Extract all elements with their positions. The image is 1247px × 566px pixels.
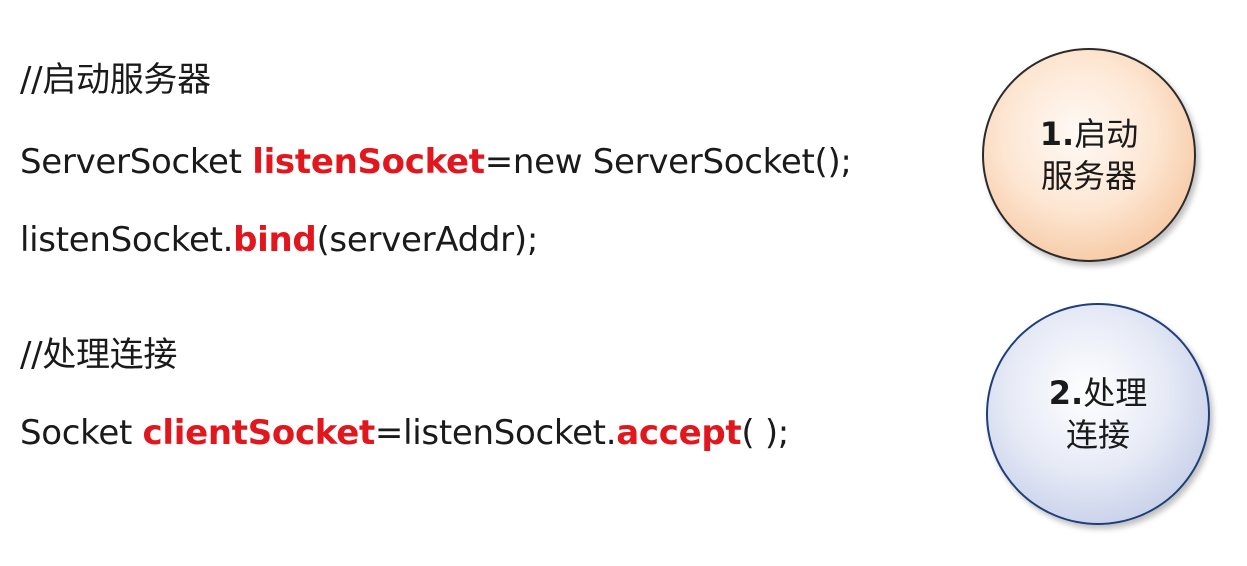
step-text: 服务器 [1040,157,1137,195]
step-text: 连接 [1065,416,1130,454]
code-text: (serverAddr); [316,220,538,260]
step-number: 2. [1048,374,1084,412]
highlight-variable: clientSocket [142,413,376,453]
highlight-method: accept [616,413,742,453]
code-text: ( ); [741,413,789,453]
step-circle-handle-connection: 2.处理 连接 [986,303,1210,525]
step-label: 1.启动 服务器 [1040,113,1138,197]
highlight-method: bind [233,220,317,260]
code-text: ServerSocket [20,142,253,182]
code-line-create-socket: ServerSocket listenSocket=new ServerSock… [20,140,852,184]
comment-start-server: //启动服务器 [20,60,211,100]
code-line-accept: Socket clientSocket=listenSocket.accept(… [20,411,789,455]
code-text: =new ServerSocket(); [484,142,852,182]
comment-handle-connection: //处理连接 [20,335,178,375]
code-text: listenSocket. [20,220,234,260]
step-circle-start-server: 1.启动 服务器 [982,48,1196,262]
highlight-variable: listenSocket [252,142,485,182]
code-line-bind: listenSocket.bind(serverAddr); [20,218,538,262]
step-number: 1. [1039,115,1075,153]
step-text: 处理 [1083,374,1148,412]
step-text: 启动 [1074,115,1139,153]
code-text: Socket [20,413,143,453]
code-text: =listenSocket. [374,413,617,453]
step-label: 2.处理 连接 [1049,372,1147,456]
